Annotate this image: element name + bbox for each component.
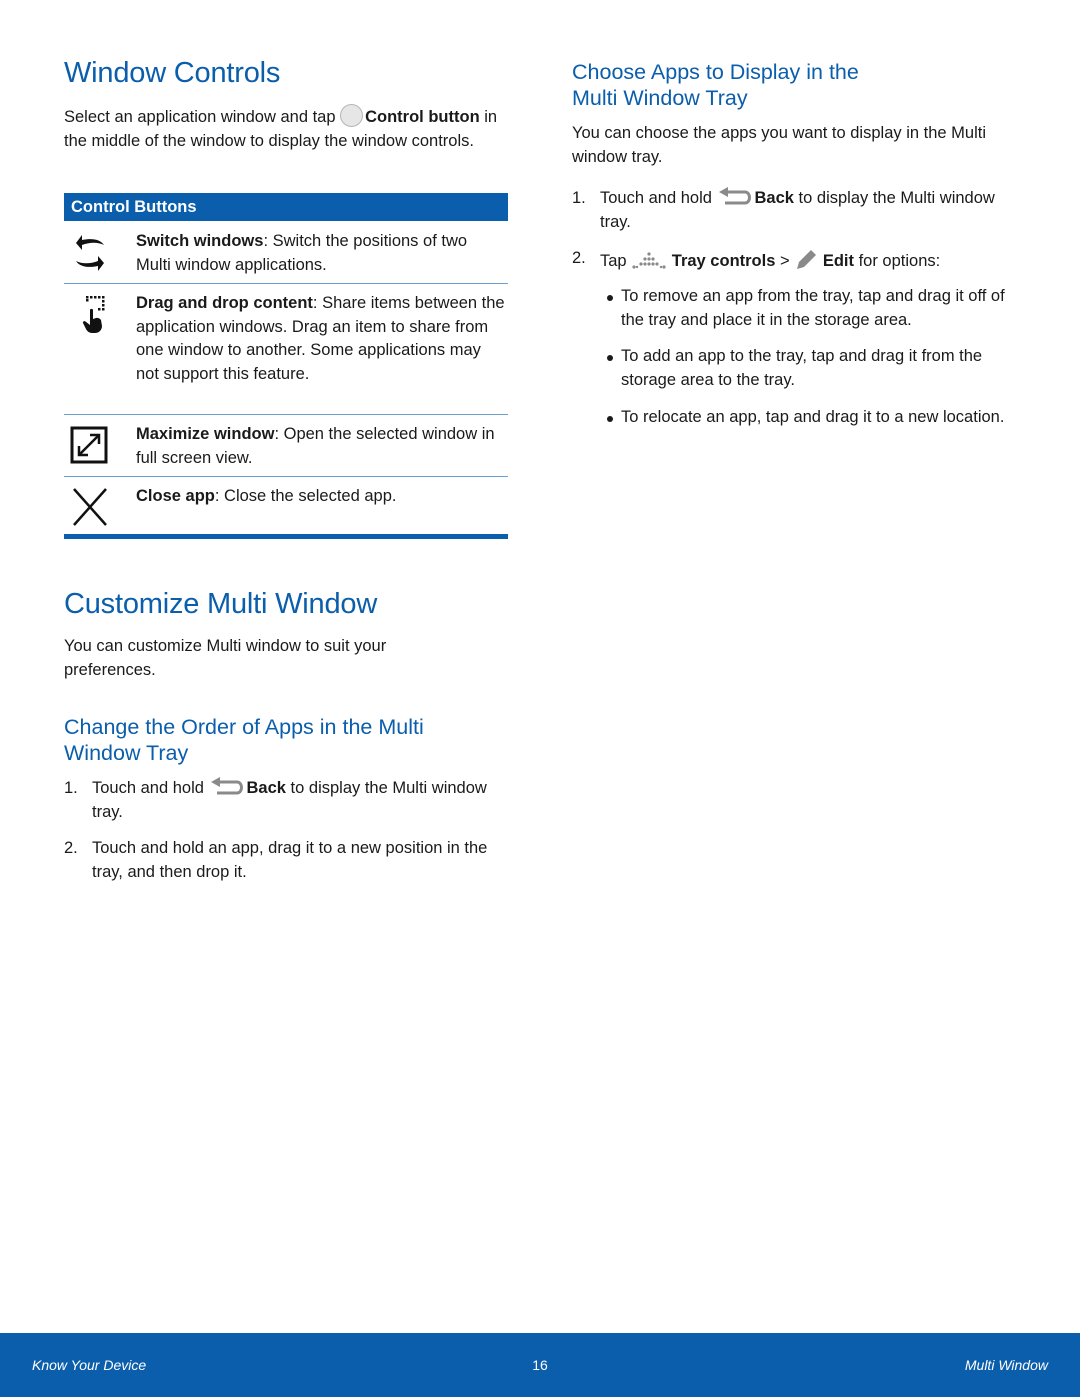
- control-button-term: Maximize window: [136, 425, 275, 443]
- change-order-step-1: 1. Touch and hold Back to display the Mu…: [64, 777, 508, 825]
- footer-section: Multi Window: [964, 1357, 1048, 1373]
- step-body: Touch and hold Back to display the Multi…: [92, 777, 508, 824]
- bullet-text: To relocate an app, tap and drag it to a…: [621, 408, 1005, 426]
- step-body: Tap Tray controls > Edit for options:: [600, 247, 1020, 274]
- back-icon: [210, 777, 243, 795]
- customize-intro: You can customize Multi window to suit y…: [64, 637, 387, 679]
- choose-apps-intro: You can choose the apps you want to disp…: [572, 124, 986, 166]
- bullet-text: To add an app to the tray, tap and drag …: [621, 347, 983, 389]
- choose-apps-step-2: 2. Tap Tray controls > Edit for options:: [572, 247, 1020, 273]
- control-button-desc: Drag and drop content: Share items betwe…: [136, 292, 506, 386]
- window-controls-title: Window Controls: [64, 57, 281, 89]
- control-button-desc: Switch windows: Switch the positions of …: [136, 230, 506, 277]
- customize-title: Customize Multi Window: [64, 588, 378, 620]
- switch-windows-icon: [76, 235, 104, 271]
- intro-text-before: Select an application window and tap: [64, 108, 341, 126]
- drag-and-drop-icon: [82, 296, 105, 333]
- bullet-item: To remove an app from the tray, tap and …: [572, 285, 1020, 333]
- step-text: Touch and hold: [92, 779, 209, 797]
- step-bold: Back: [754, 189, 794, 207]
- bullet-dot: [607, 416, 613, 422]
- bullet-text: To remove an app from the tray, tap and …: [621, 287, 1005, 329]
- maximize-window-icon: [70, 426, 108, 464]
- step-text: Tap: [600, 252, 632, 270]
- back-icon: [718, 187, 751, 205]
- control-button-row: Maximize window: Open the selected windo…: [64, 415, 508, 477]
- step-bold: Back: [246, 779, 286, 797]
- step-number: 1.: [572, 189, 586, 207]
- bullet-dot: [607, 295, 613, 301]
- change-order-title: Change the Order of Apps in the Multi Wi…: [64, 715, 424, 765]
- window-controls-intro: Select an application window and tap Con…: [64, 104, 508, 153]
- control-button-term: Drag and drop content: [136, 294, 313, 312]
- control-button-term: Close app: [136, 487, 215, 505]
- step-body: Touch and hold Back to display the Multi…: [600, 187, 1020, 234]
- close-icon: [73, 488, 107, 526]
- bullet-item: To relocate an app, tap and drag it to a…: [572, 406, 1020, 454]
- page-footer: Know Your Device 16 Multi Window: [0, 1333, 1080, 1397]
- choose-apps-title: Choose Apps to Display in the Multi Wind…: [572, 60, 859, 110]
- control-button-row: Switch windows: Switch the positions of …: [64, 221, 508, 284]
- control-buttons-header: Control Buttons: [64, 193, 508, 221]
- pencil-edit-icon: [797, 250, 817, 269]
- step-body: Touch and hold an app, drag it to a new …: [92, 839, 488, 881]
- step-text: Touch and hold: [600, 189, 717, 207]
- step-number: 2.: [572, 249, 586, 267]
- step-number: 1.: [64, 779, 78, 797]
- step-number: 2.: [64, 839, 78, 857]
- page-number: 16: [532, 1357, 548, 1373]
- bullet-item: To add an app to the tray, tap and drag …: [572, 345, 1020, 393]
- control-buttons-bottom-rule: [64, 534, 508, 539]
- intro-bold: Control button: [365, 108, 480, 126]
- step-bold: Edit: [822, 252, 854, 270]
- control-button-row: Drag and drop content: Share items betwe…: [64, 284, 508, 415]
- control-button-desc: Maximize window: Open the selected windo…: [136, 423, 506, 470]
- step-separator: >: [775, 252, 795, 270]
- control-button-row: Close app: Close the selected app.: [64, 477, 508, 534]
- choose-apps-step-1: 1. Touch and hold Back to display the Mu…: [572, 187, 1020, 235]
- control-button-circle-icon: [340, 104, 364, 127]
- control-button-desc-text: : Close the selected app.: [214, 487, 397, 505]
- control-button-term: Switch windows: [136, 232, 264, 250]
- step-text: for options:: [853, 252, 941, 270]
- step-bold: Tray controls: [671, 252, 776, 270]
- change-order-step-2: 2. Touch and hold an app, drag it to a n…: [64, 837, 508, 885]
- bullet-dot: [607, 355, 613, 361]
- tray-controls-icon: [632, 252, 666, 269]
- control-button-desc: Close app: Close the selected app.: [136, 485, 506, 509]
